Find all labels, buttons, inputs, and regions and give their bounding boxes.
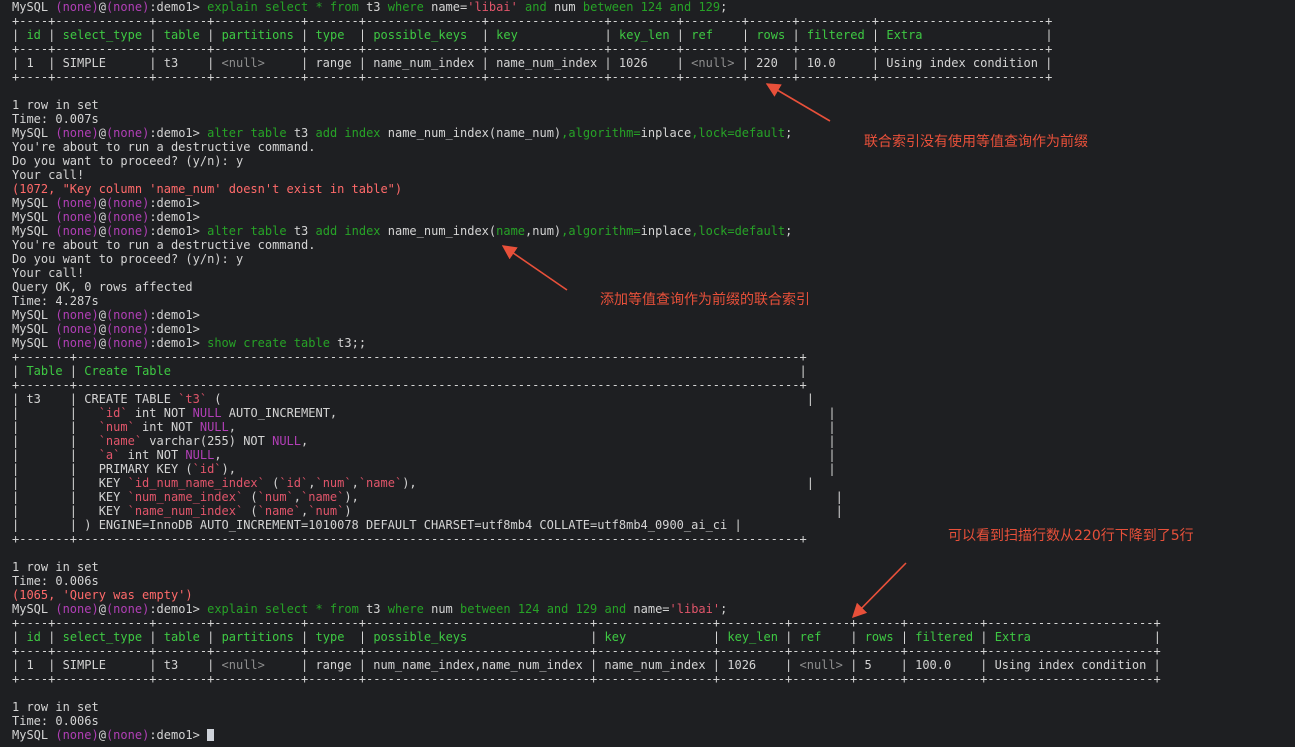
annotation-add-equality-prefix-index: 添加等值查询作为前缀的联合索引 — [600, 292, 810, 308]
annotation-rows-dropped: 可以看到扫描行数从220行下降到了5行 — [948, 528, 1194, 544]
annotation-composite-index-not-equality-prefix: 联合索引没有使用等值查询作为前缀 — [864, 134, 1088, 150]
arrow-to-name-prefix — [501, 245, 568, 291]
arrow-to-rows-220 — [765, 83, 831, 122]
annotation-arrows — [501, 83, 907, 619]
arrow-to-rows-5 — [851, 562, 907, 619]
